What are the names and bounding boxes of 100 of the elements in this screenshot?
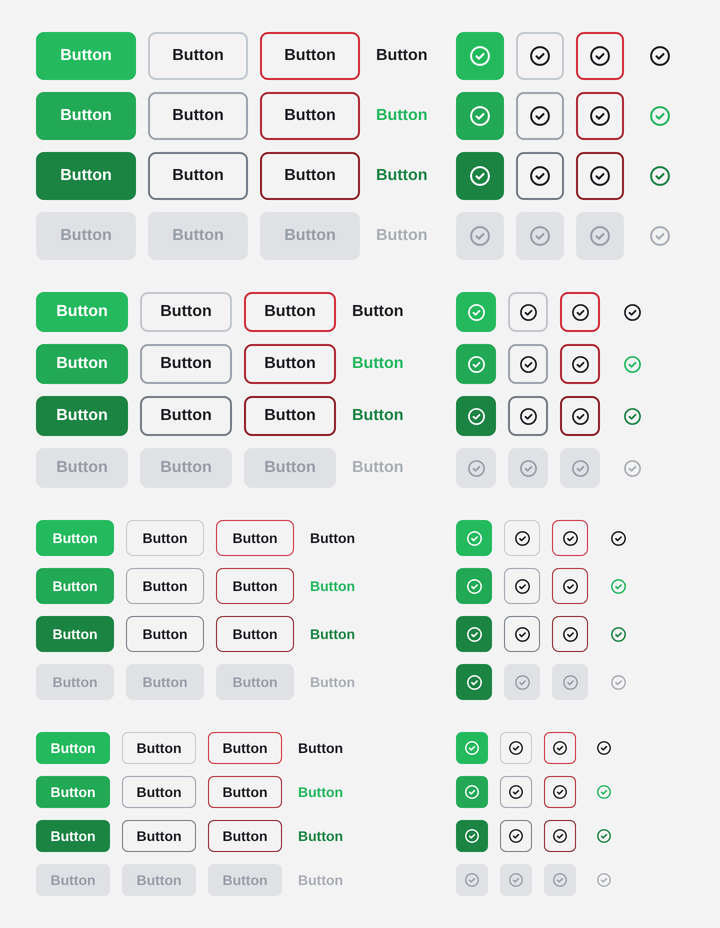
danger-icon-button[interactable] — [552, 520, 588, 556]
secondary-icon-button[interactable] — [500, 776, 532, 808]
primary-icon-button[interactable] — [456, 664, 492, 700]
ghost-icon-button[interactable] — [650, 46, 670, 66]
primary-icon-button[interactable] — [456, 616, 492, 652]
check-circle-icon — [572, 304, 588, 320]
primary-icon-button[interactable] — [456, 152, 504, 200]
primary-button[interactable]: Button — [36, 568, 114, 604]
primary-icon-button[interactable] — [456, 344, 496, 384]
danger-icon-button[interactable] — [560, 396, 600, 436]
primary-button[interactable]: Button — [36, 344, 128, 384]
secondary-button[interactable]: Button — [140, 292, 232, 332]
ghost-button[interactable]: Button — [376, 167, 428, 185]
danger-button[interactable]: Button — [216, 568, 294, 604]
ghost-button[interactable]: Button — [376, 47, 428, 65]
primary-button[interactable]: Button — [36, 820, 110, 852]
danger-icon-button[interactable] — [576, 152, 624, 200]
primary-button[interactable]: Button — [36, 520, 114, 556]
danger-icon-button[interactable] — [560, 292, 600, 332]
ghost-icon-button[interactable] — [597, 741, 611, 755]
primary-icon-button[interactable] — [456, 92, 504, 140]
check-circle-icon — [572, 356, 588, 372]
danger-icon-button[interactable] — [576, 92, 624, 140]
check-circle-icon — [624, 304, 640, 320]
primary-button[interactable]: Button — [36, 152, 136, 200]
secondary-button[interactable]: Button — [126, 568, 204, 604]
secondary-icon-button[interactable] — [516, 92, 564, 140]
primary-button[interactable]: Button — [36, 396, 128, 436]
ghost-icon-button[interactable] — [624, 304, 640, 320]
secondary-icon-button[interactable] — [516, 152, 564, 200]
ghost-button[interactable]: Button — [352, 303, 404, 321]
danger-button[interactable]: Button — [208, 820, 282, 852]
ghost-button[interactable]: Button — [298, 828, 344, 844]
ghost-button[interactable]: Button — [310, 626, 356, 642]
check-circle-icon — [465, 741, 479, 755]
danger-icon-button[interactable] — [552, 568, 588, 604]
ghost-button[interactable]: Button — [298, 740, 344, 756]
danger-button[interactable]: Button — [208, 732, 282, 764]
danger-button[interactable]: Button — [208, 776, 282, 808]
danger-button[interactable]: Button — [244, 292, 336, 332]
secondary-icon-button[interactable] — [516, 32, 564, 80]
primary-button[interactable]: Button — [36, 92, 136, 140]
danger-icon-button[interactable] — [544, 732, 576, 764]
secondary-button[interactable]: Button — [148, 92, 248, 140]
secondary-button[interactable]: Button — [148, 32, 248, 80]
danger-icon-button[interactable] — [552, 616, 588, 652]
secondary-button[interactable]: Button — [148, 152, 248, 200]
danger-button[interactable]: Button — [244, 396, 336, 436]
secondary-button[interactable]: Button — [126, 520, 204, 556]
check-circle-icon — [530, 46, 550, 66]
check-circle-icon — [624, 408, 640, 424]
primary-icon-button[interactable] — [456, 292, 496, 332]
secondary-icon-button[interactable] — [508, 344, 548, 384]
secondary-button[interactable]: Button — [126, 616, 204, 652]
danger-button[interactable]: Button — [244, 344, 336, 384]
primary-icon-button[interactable] — [456, 32, 504, 80]
primary-icon-button[interactable] — [456, 520, 492, 556]
primary-button[interactable]: Button — [36, 32, 136, 80]
primary-icon-button[interactable] — [456, 820, 488, 852]
check-circle-icon — [466, 626, 482, 642]
primary-button[interactable]: Button — [36, 616, 114, 652]
danger-icon-button[interactable] — [544, 776, 576, 808]
secondary-icon-button[interactable] — [504, 568, 540, 604]
ghost-icon-button[interactable] — [610, 530, 626, 546]
danger-button[interactable]: Button — [216, 520, 294, 556]
check-circle-icon — [466, 578, 482, 594]
secondary-icon-button[interactable] — [504, 616, 540, 652]
secondary-button[interactable]: Button — [122, 732, 196, 764]
danger-icon-button[interactable] — [544, 820, 576, 852]
ghost-button[interactable]: Button — [352, 407, 404, 425]
danger-icon-button[interactable] — [576, 32, 624, 80]
secondary-icon-button[interactable] — [500, 732, 532, 764]
check-circle-icon — [553, 829, 567, 843]
check-circle-icon — [590, 226, 610, 246]
secondary-button[interactable]: Button — [122, 820, 196, 852]
check-circle-icon — [553, 785, 567, 799]
check-circle-icon — [514, 626, 530, 642]
danger-button[interactable]: Button — [260, 92, 360, 140]
primary-icon-button[interactable] — [456, 776, 488, 808]
primary-button[interactable]: Button — [36, 732, 110, 764]
check-circle-icon — [530, 106, 550, 126]
danger-button[interactable]: Button — [216, 616, 294, 652]
primary-button[interactable]: Button — [36, 776, 110, 808]
secondary-icon-button[interactable] — [500, 820, 532, 852]
ghost-button[interactable]: Button — [310, 530, 356, 546]
danger-button[interactable]: Button — [260, 152, 360, 200]
danger-button[interactable]: Button — [260, 32, 360, 80]
secondary-icon-button[interactable] — [508, 292, 548, 332]
primary-icon-button[interactable] — [456, 396, 496, 436]
check-circle-icon — [514, 578, 530, 594]
secondary-icon-button[interactable] — [504, 520, 540, 556]
secondary-button[interactable]: Button — [140, 396, 232, 436]
secondary-button[interactable]: Button — [122, 776, 196, 808]
primary-button[interactable]: Button — [36, 292, 128, 332]
primary-icon-button[interactable] — [456, 568, 492, 604]
secondary-icon-button[interactable] — [508, 396, 548, 436]
secondary-button[interactable]: Button — [140, 344, 232, 384]
danger-icon-button[interactable] — [560, 344, 600, 384]
primary-icon-button[interactable] — [456, 732, 488, 764]
check-circle-icon — [468, 304, 484, 320]
